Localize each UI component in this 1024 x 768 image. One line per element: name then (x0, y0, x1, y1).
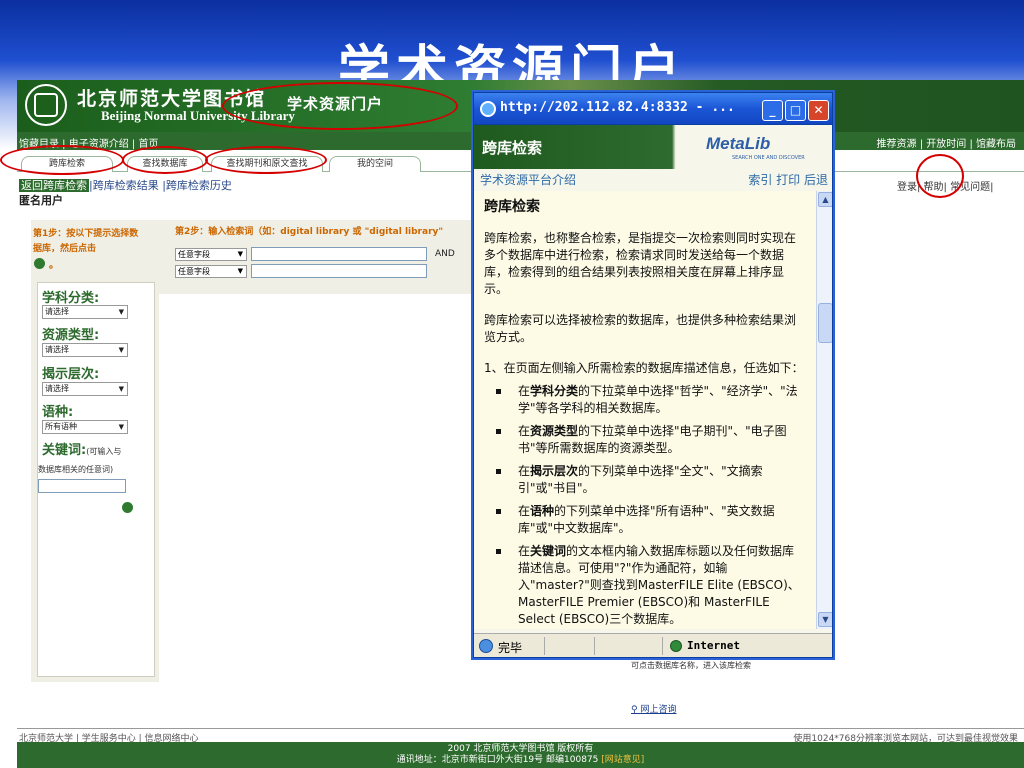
sub-nav-links[interactable]: |跨库检索结果 |跨库检索历史 (89, 179, 232, 192)
chevron-down-icon: ▼ (118, 385, 124, 393)
popup-header-title: 跨库检索 (482, 139, 543, 157)
help-content: 跨库检索 跨库检索，也称整合检索，是指提交一次检索则同时实现在多个数据库中进行检… (474, 191, 816, 629)
field-select-1[interactable]: 任意字段 ▼ (175, 248, 247, 261)
search-term-input-2[interactable] (251, 264, 427, 278)
status-bar: 完毕 Internet (474, 633, 832, 657)
platform-intro-link[interactable]: 学术资源平台介绍 (480, 171, 576, 188)
keyword-hint-line2: 数据库相关的任意词) (38, 465, 114, 474)
database-note: 可点击数据库名称，进入该库检索 (631, 661, 751, 670)
subject-label: 学科分类: (42, 291, 100, 306)
chevron-down-icon: ▼ (237, 267, 243, 275)
field-select-2[interactable]: 任意字段 ▼ (175, 265, 247, 278)
page-done-icon (479, 639, 493, 653)
scroll-down-icon[interactable]: ▼ (818, 612, 832, 627)
popup-subnav: 学术资源平台介绍 索引 打印 后退 (474, 169, 832, 189)
help-title: 跨库检索 (484, 199, 540, 215)
help-paragraph-1: 跨库检索，也称整合检索，是指提交一次检索则同时实现在多个数据库中进行检索，检索请… (484, 231, 797, 296)
keyword-input[interactable] (38, 479, 126, 493)
language-select[interactable]: 所有语种 ▼ (42, 420, 128, 434)
list-item: 在关键词的文本框内输入数据库标题以及任何数据库描述信息。可使用"?"作为通配符，… (484, 543, 806, 628)
top-nav-right-links[interactable]: 推荐资源 | 开放时间 | 馆藏布局 (877, 135, 1016, 150)
help-popup-window: http://202.112.82.4:8332 - ... _ □ ✕ 跨库检… (473, 92, 833, 658)
step2-instructions: 第2步：输入检索词（如：digital library 或 "digital l… (175, 227, 444, 237)
scroll-thumb[interactable] (818, 303, 832, 343)
popup-header: 跨库检索 MetaLib SEARCH ONE AND DISCOVER (474, 125, 832, 169)
ie-logo-icon (480, 101, 496, 117)
footer-bar: 2007 北京师范大学图书馆 版权所有 通讯地址：北京市新街口外大街19号 邮编… (17, 742, 1024, 768)
minimize-button[interactable]: _ (762, 100, 783, 121)
online-consult-link[interactable]: ⚲ 网上咨询 (631, 702, 676, 715)
bullet-icon (496, 389, 501, 394)
metalib-tagline: SEARCH ONE AND DISCOVER (732, 155, 805, 161)
list-item: 在学科分类的下拉菜单中选择"哲学"、"经济学"、"法学"等各学科的相关数据库。 (484, 383, 806, 417)
help-paragraph-2: 跨库检索可以选择被检索的数据库，也提供多种检索结果浏览方式。 (484, 313, 797, 344)
status-text: 完毕 (498, 641, 523, 655)
popup-titlebar[interactable]: http://202.112.82.4:8332 - ... _ □ ✕ (474, 93, 832, 125)
annotation-ellipse-cross-search (0, 145, 124, 175)
vertical-scrollbar[interactable]: ▲ ▼ (816, 191, 832, 629)
maximize-button[interactable]: □ (785, 100, 806, 121)
popup-url: http://202.112.82.4:8332 - ... (500, 100, 735, 115)
list-item: 在揭示层次的下列菜单中选择"全文"、"文摘索引"或"书目"。 (484, 463, 806, 497)
help-bullet-list: 在学科分类的下拉菜单中选择"哲学"、"经济学"、"法学"等各学科的相关数据库。 … (484, 383, 806, 628)
resource-type-label: 资源类型: (42, 328, 100, 343)
go-arrow-icon (34, 258, 45, 269)
footer-address: 通讯地址：北京市新街口外大街19号 邮编100875 (396, 755, 599, 765)
database-filter-panel: 学科分类: 请选择 ▼ 资源类型: 请选择 ▼ 揭示层次: 请选择 ▼ 语种: 所有语… (37, 282, 155, 677)
security-zone-text: Internet (687, 639, 740, 652)
status-divider (594, 637, 595, 655)
scroll-up-icon[interactable]: ▲ (818, 192, 832, 207)
bullet-icon (496, 429, 501, 434)
search-term-input-1[interactable] (251, 247, 427, 261)
bullet-icon (496, 469, 501, 474)
language-label: 语种: (42, 405, 74, 420)
close-button[interactable]: ✕ (808, 100, 829, 121)
status-divider (544, 637, 545, 655)
list-item: 在资源类型的下拉菜单中选择"电子期刊"、"电子图书"等所需数据库的资源类型。 (484, 423, 806, 457)
reveal-level-select[interactable]: 请选择 ▼ (42, 382, 128, 396)
reveal-level-label: 揭示层次: (42, 367, 100, 382)
feedback-link[interactable]: [网站意见] (601, 755, 644, 765)
chevron-down-icon: ▼ (237, 250, 243, 258)
annotation-ellipse-find-database (122, 146, 208, 174)
chevron-down-icon: ▼ (118, 423, 124, 431)
boolean-operator[interactable]: AND (435, 249, 455, 259)
metalib-logo: MetaLib (706, 134, 771, 153)
internet-zone-icon (670, 640, 682, 652)
annotation-ellipse-find-journal (205, 146, 327, 174)
chevron-down-icon: ▼ (118, 346, 124, 354)
footer-links: 北京师范大学 | 学生服务中心 | 信息网络中心 使用1024*768分辨率浏览… (17, 728, 1024, 744)
chevron-down-icon: ▼ (118, 308, 124, 316)
anonymous-user-label: 匿名用户 (19, 194, 63, 207)
keyword-hint: (可输入与 (86, 447, 122, 456)
back-to-search-link[interactable]: 返回跨库检索 (19, 179, 89, 192)
tab-my-space[interactable]: 我的空间 (329, 156, 421, 172)
search-go-icon[interactable] (122, 502, 133, 513)
index-print-back-links[interactable]: 索引 打印 后退 (748, 171, 828, 188)
step1-period: 。 (49, 260, 59, 271)
bullet-icon (496, 509, 501, 514)
keyword-label: 关键词:(可输入与 (42, 443, 122, 458)
footer-copyright: 2007 北京师范大学图书馆 版权所有 (447, 744, 594, 754)
list-item: 在语种的下列菜单中选择"所有语种"、"英文数据库"或"中文数据库"。 (484, 503, 806, 537)
status-divider (662, 637, 663, 655)
bullet-icon (496, 549, 501, 554)
resource-type-select[interactable]: 请选择 ▼ (42, 343, 128, 357)
annotation-ellipse-portal (222, 82, 458, 130)
help-paragraph-3: 1、在页面左侧输入所需检索的数据库描述信息，任选如下： (484, 361, 804, 375)
step2-panel: 第2步：输入检索词（如：digital library 或 "digital l… (159, 220, 475, 294)
sub-nav: 返回跨库检索 |跨库检索结果 |跨库检索历史 (19, 177, 232, 193)
step1-panel: 第1步：按以下提示选择数据库，然后点击 。 学科分类: 请选择 ▼ 资源类型: 请… (31, 220, 159, 682)
annotation-ellipse-help (916, 154, 964, 198)
subject-select[interactable]: 请选择 ▼ (42, 305, 128, 319)
step1-instructions: 第1步：按以下提示选择数据库，然后点击 (33, 229, 139, 254)
library-logo-emblem-icon (34, 93, 58, 117)
